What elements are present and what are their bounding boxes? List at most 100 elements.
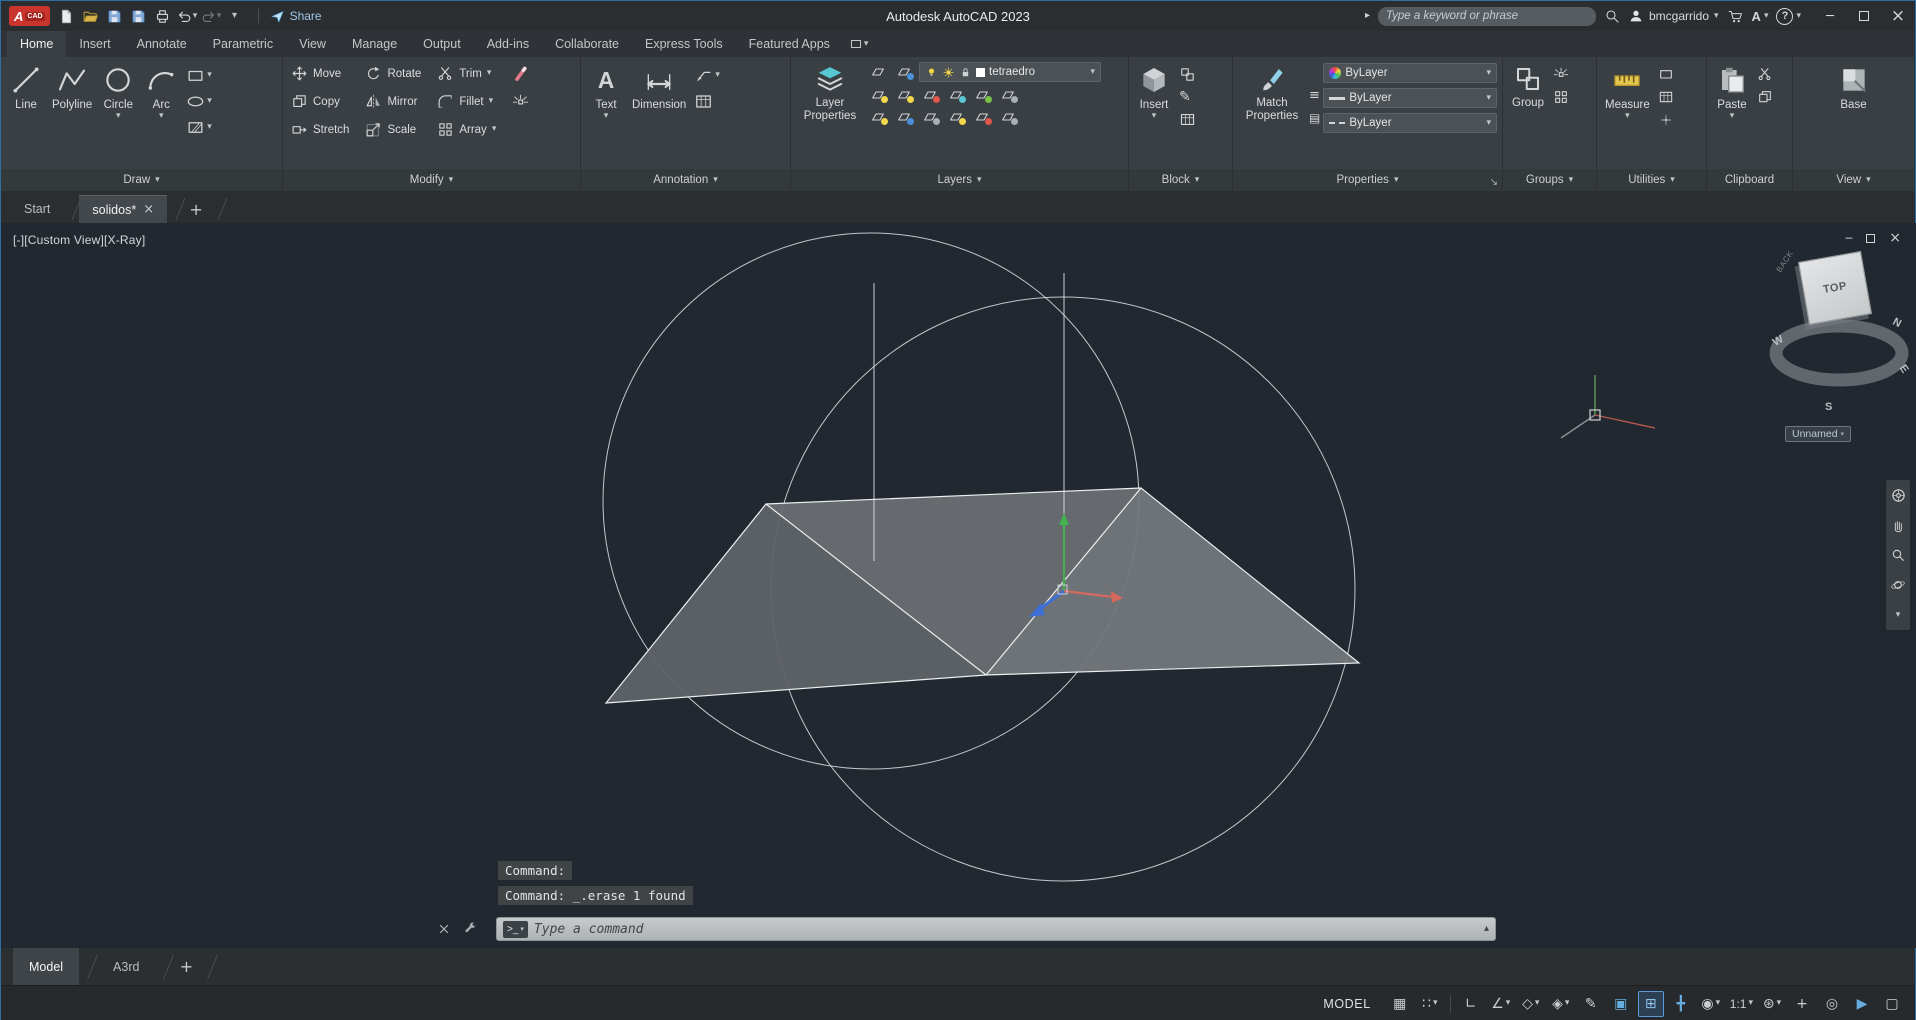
polar-tracking-toggle[interactable]: ∠ ▾ [1488,991,1514,1017]
panel-label-modify[interactable]: Modify ▾ [283,169,580,191]
table-button[interactable] [692,91,722,112]
tab-add-ins[interactable]: Add-ins [474,31,542,57]
undo-button[interactable]: ▾ [175,4,199,28]
annotation-scale-button[interactable]: 1:1 ▾ [1728,991,1755,1017]
autodesk-apps-button[interactable]: A ▾ [1752,9,1769,24]
file-tab-start[interactable]: Start [11,195,63,223]
properties-dialog-launcher[interactable]: ↘ [1490,177,1498,188]
scale-button[interactable]: Scale [362,119,424,140]
isolate-objects-button[interactable]: ◎ [1819,991,1845,1017]
panel-label-layers[interactable]: Layers ▾ [791,169,1128,191]
layer-lock-button[interactable] [945,86,967,104]
layer-off-button[interactable] [867,86,889,104]
search-button[interactable] [1604,8,1620,24]
leader-button[interactable]: ▾ [692,65,722,86]
object-snap-toggle[interactable]: ◈ ▾ [1548,991,1574,1017]
redo-button[interactable]: ▾ [199,4,223,28]
search-input[interactable] [1385,10,1588,22]
lineweight-dropdown[interactable]: ByLayer ▾ [1323,88,1497,108]
share-button[interactable]: Share [270,9,322,24]
move-button[interactable]: Move [288,63,352,84]
model-space-label[interactable]: MODEL [1323,997,1370,1011]
panel-label-utilities[interactable]: Utilities ▾ [1597,169,1706,191]
block-editor-button[interactable] [1177,110,1198,129]
new-file-button[interactable] [55,4,79,28]
define-attributes-button[interactable]: ✎ [1177,89,1198,105]
panel-label-draw[interactable]: Draw ▾ [1,169,282,191]
tab-output[interactable]: Output [410,31,474,57]
match-properties-button[interactable]: Match Properties [1238,61,1306,126]
clean-screen-button[interactable]: ▢ [1879,991,1905,1017]
base-view-button[interactable]: Base [1834,61,1874,115]
window-minimize-button[interactable]: ─ [1813,1,1847,31]
cut-button[interactable] [1755,65,1775,83]
group-button[interactable]: Group [1508,61,1548,113]
signed-in-user-button[interactable]: bmcgarrido ▾ [1628,8,1719,24]
layer-match-button[interactable] [971,86,993,104]
id-point-button[interactable] [1656,111,1676,129]
close-command-line-icon[interactable] [437,922,451,936]
layer-unlock-all-button[interactable] [919,108,941,126]
tab-express-tools[interactable]: Express Tools [632,31,736,57]
pan-button[interactable] [1887,513,1909,537]
panel-label-annotation[interactable]: Annotation ▾ [581,169,790,191]
viewcube-cube[interactable]: TOP [1797,250,1873,326]
layout-tab-model[interactable]: Model [13,948,80,985]
create-block-button[interactable] [1177,65,1198,84]
trim-button[interactable]: Trim ▾ [434,63,499,84]
drawing-viewport[interactable]: [-][Custom View][X-Ray] ─ × TOP BACK W N… [1,223,1916,948]
panel-label-groups[interactable]: Groups ▾ [1503,169,1596,191]
open-file-button[interactable] [79,4,103,28]
layer-freeze-button[interactable] [919,86,941,104]
linetype-dropdown[interactable]: ByLayer ▾ [1323,113,1497,133]
layer-on-all-button[interactable] [945,108,967,126]
dynamic-ucs-toggle[interactable]: ╋ [1668,991,1694,1017]
fillet-button[interactable]: Fillet ▾ [434,91,499,112]
selection-filter-toggle[interactable]: ⊞ [1637,990,1664,1017]
circle-button[interactable]: Circle ▾ [98,61,138,124]
layer-isolate-button[interactable] [893,86,915,104]
lineweight-settings-icon[interactable]: ≡ [1309,89,1320,102]
quick-calculator-button[interactable] [1656,88,1676,106]
rectangle-button[interactable]: ▾ [184,65,214,86]
ellipse-button[interactable]: ▾ [184,91,214,112]
tab-insert[interactable]: Insert [66,31,123,57]
new-drawing-tab-button[interactable]: + [183,197,209,223]
viewcube-top-face[interactable]: TOP [1822,280,1848,296]
layer-previous-button[interactable] [997,108,1019,126]
recent-commands-button[interactable]: >_ ▾ [503,920,528,938]
compass-south[interactable]: S [1825,401,1832,413]
explode-button[interactable] [509,91,532,112]
group-edit-button[interactable] [1551,88,1571,106]
object-color-dropdown[interactable]: ByLayer ▾ [1323,63,1497,83]
tab-parametric[interactable]: Parametric [200,31,286,57]
paste-button[interactable]: Paste ▾ [1712,61,1752,124]
layer-dropdown[interactable]: tetraedro ▾ [919,62,1101,82]
ortho-mode-toggle[interactable]: ∟ [1458,991,1484,1017]
layer-thaw-all-button[interactable] [893,108,915,126]
command-customize-wrench-icon[interactable] [463,921,478,936]
command-input[interactable] [533,921,1478,937]
orbit-button[interactable] [1887,573,1909,597]
tab-featured-apps[interactable]: Featured Apps [736,31,843,57]
tab-collaborate[interactable]: Collaborate [542,31,632,57]
command-history-expand-icon[interactable]: ▴ [1484,924,1489,934]
save-button[interactable] [103,4,127,28]
rotate-button[interactable]: Rotate [362,63,424,84]
tab-view[interactable]: View [286,31,339,57]
panel-label-clipboard[interactable]: Clipboard [1707,169,1792,191]
panel-label-view[interactable]: View ▾ [1793,169,1914,191]
zoom-button[interactable] [1887,543,1909,567]
arc-button[interactable]: Arc ▾ [141,61,181,124]
help-button[interactable]: ? ▾ [1776,7,1801,25]
mirror-button[interactable]: Mirror [362,91,424,112]
tab-manage[interactable]: Manage [339,31,410,57]
window-maximize-button[interactable] [1847,1,1881,31]
layer-walk-button[interactable] [971,108,993,126]
search-flyout-arrow-icon[interactable]: ▸ [1365,11,1370,21]
line-button[interactable]: Line [6,61,46,115]
polyline-button[interactable]: Polyline [49,61,95,115]
close-drawing-tab-icon[interactable]: × [143,202,154,217]
snap-mode-toggle[interactable]: ∷ ▾ [1417,991,1443,1017]
copy-button[interactable]: Copy [288,91,352,112]
